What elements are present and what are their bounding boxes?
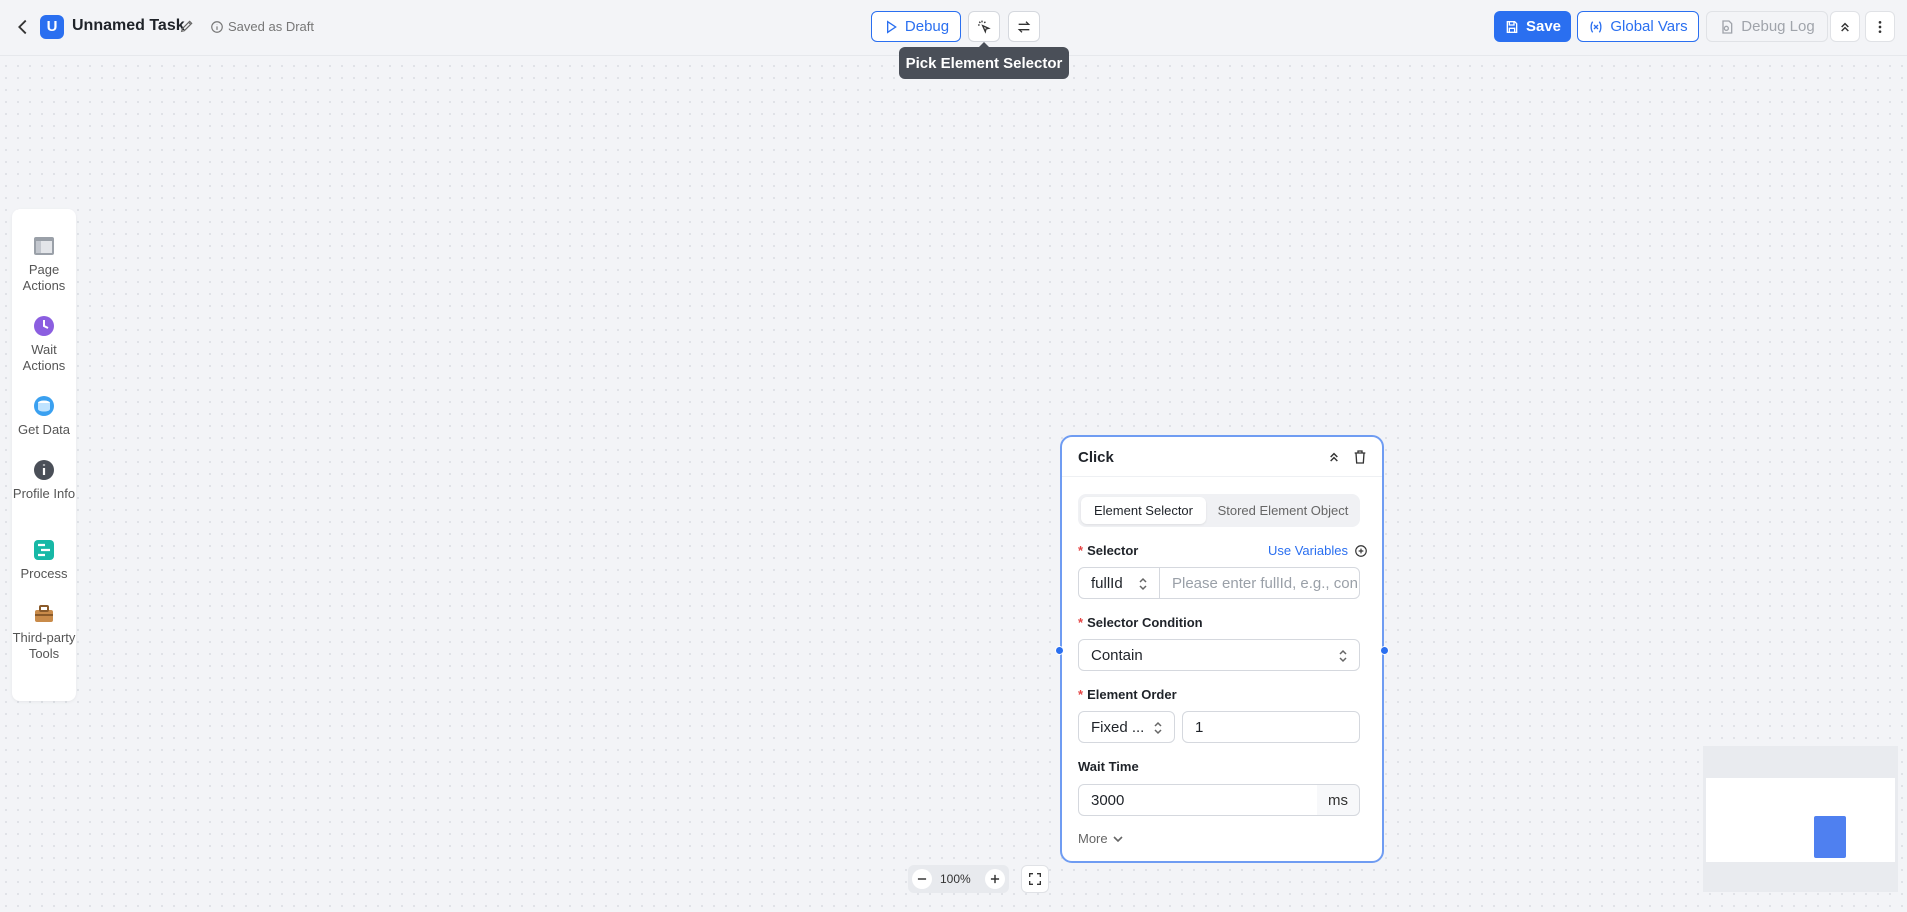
wait-time-input[interactable]: 3000 (1078, 784, 1318, 816)
minimap[interactable] (1703, 746, 1898, 892)
info-circle-icon (211, 20, 223, 33)
saved-status-text: Saved as Draft (228, 19, 314, 34)
toolbox-item-profile-info[interactable]: Profile Info (12, 458, 76, 502)
order-value: 1 (1195, 718, 1204, 736)
toolbox-icon (35, 605, 53, 622)
zoom-controls: 100% (908, 865, 1009, 893)
clock-icon (34, 316, 54, 336)
click-node[interactable]: Click Element Selector Stored Element Ob… (1055, 435, 1389, 863)
selector-input[interactable]: Please enter fullId, e.g., con (1159, 567, 1360, 599)
zoom-level: 100% (940, 872, 971, 886)
collapse-panel-button[interactable] (1830, 11, 1860, 42)
tab-element-selector[interactable]: Element Selector (1081, 497, 1206, 524)
selector-label: * Selector (1078, 543, 1139, 558)
fullscreen-icon (1029, 873, 1041, 885)
toolbox-label: Wait Actions (22, 342, 66, 373)
plus-circle-icon (1355, 544, 1367, 557)
more-label: More (1078, 831, 1108, 846)
selector-mode-toggle: Element Selector Stored Element Object (1078, 494, 1360, 527)
order-mode-value: Fixed ... (1091, 718, 1145, 736)
saved-status: Saved as Draft (210, 19, 314, 34)
chevrons-up-icon[interactable] (1326, 449, 1342, 465)
selector-type-select[interactable]: fullId (1078, 567, 1160, 599)
wait-unit: ms (1317, 784, 1360, 816)
log-icon (1722, 19, 1733, 34)
top-bar: U Unnamed Task Saved as Draft Debug Pick… (0, 0, 1907, 79)
order-label-text: Element Order (1087, 687, 1177, 702)
toolbox-label: Process (20, 566, 68, 581)
action-toolbox: Page Actions Wait Actions Get Data Profi… (12, 209, 76, 701)
condition-select[interactable]: Contain (1078, 639, 1360, 671)
vertical-dots-icon (1878, 20, 1882, 33)
debug-button[interactable]: Debug (871, 11, 961, 42)
toolbox-label: Get Data (17, 422, 71, 437)
toolbox-label: Third-party Tools (12, 630, 76, 661)
debug-label: Debug (904, 18, 950, 35)
minimap-viewport[interactable] (1706, 778, 1895, 862)
toolbox-label: Profile Info (12, 486, 76, 501)
task-title: Unnamed Task (72, 17, 185, 34)
minus-icon (917, 878, 927, 880)
page-icon (34, 237, 54, 255)
pick-element-tooltip: Pick Element Selector (899, 42, 1069, 79)
selector-placeholder: Please enter fullId, e.g., con (1172, 574, 1358, 592)
global-vars-button[interactable]: Global Vars (1577, 11, 1699, 42)
updown-chevron-icon (1154, 721, 1162, 735)
order-mode-select[interactable]: Fixed ... (1078, 711, 1175, 743)
tab-stored-element-object[interactable]: Stored Element Object (1209, 497, 1357, 524)
trash-icon[interactable] (1352, 449, 1368, 465)
toolbox-label: Page Actions (22, 262, 66, 293)
input-handle[interactable] (1055, 646, 1064, 655)
updown-chevron-icon (1139, 577, 1147, 591)
updown-chevron-icon (1339, 649, 1347, 663)
save-label: Save (1525, 18, 1562, 35)
use-variables-text: Use Variables (1268, 543, 1348, 558)
global-vars-label: Global Vars (1610, 18, 1688, 35)
debug-log-label: Debug Log (1741, 18, 1815, 35)
wait-value: 3000 (1091, 791, 1125, 809)
info-icon (34, 460, 54, 480)
node-title: Click (1078, 449, 1114, 466)
condition-label-text: Selector Condition (1087, 615, 1203, 630)
order-label: * Element Order (1078, 687, 1177, 702)
selector-type-value: fullId (1091, 574, 1123, 592)
variable-icon (1590, 20, 1602, 33)
save-button[interactable]: Save (1494, 11, 1571, 42)
minimap-node (1814, 816, 1846, 858)
order-input[interactable]: 1 (1182, 711, 1360, 743)
floppy-disk-icon (1506, 20, 1518, 33)
pick-element-button[interactable] (968, 11, 1000, 42)
wait-label: Wait Time (1078, 759, 1139, 774)
back-arrow-icon[interactable] (12, 16, 34, 38)
database-icon (34, 396, 54, 416)
chevrons-up-icon (1841, 22, 1849, 32)
cursor-click-icon (978, 20, 991, 34)
swap-arrows-icon (1017, 20, 1031, 33)
more-options-button[interactable] (1865, 11, 1895, 42)
zoom-out-button[interactable] (912, 869, 932, 889)
more-toggle[interactable]: More (1078, 831, 1124, 846)
output-handle[interactable] (1380, 646, 1389, 655)
process-icon (34, 540, 54, 560)
app-badge: U (40, 15, 64, 39)
toolbox-item-wait-actions[interactable]: Wait Actions (12, 314, 76, 374)
toolbox-item-process[interactable]: Process (12, 538, 76, 582)
condition-label: * Selector Condition (1078, 615, 1203, 630)
node-header: Click (1062, 437, 1382, 477)
toolbox-item-third-party-tools[interactable]: Third-party Tools (12, 602, 76, 662)
play-icon (886, 19, 897, 34)
use-variables-link[interactable]: Use Variables (1268, 543, 1368, 558)
chevron-down-icon (1113, 835, 1123, 842)
toolbox-item-get-data[interactable]: Get Data (12, 394, 76, 438)
pencil-icon[interactable] (179, 18, 195, 34)
debug-log-button[interactable]: Debug Log (1706, 11, 1828, 42)
zoom-in-button[interactable] (985, 869, 1005, 889)
plus-icon (990, 874, 1000, 884)
fit-view-button[interactable] (1021, 865, 1049, 893)
condition-value: Contain (1091, 646, 1143, 664)
swap-button[interactable] (1008, 11, 1040, 42)
toolbox-item-page-actions[interactable]: Page Actions (12, 234, 76, 294)
selector-label-text: Selector (1087, 543, 1139, 558)
